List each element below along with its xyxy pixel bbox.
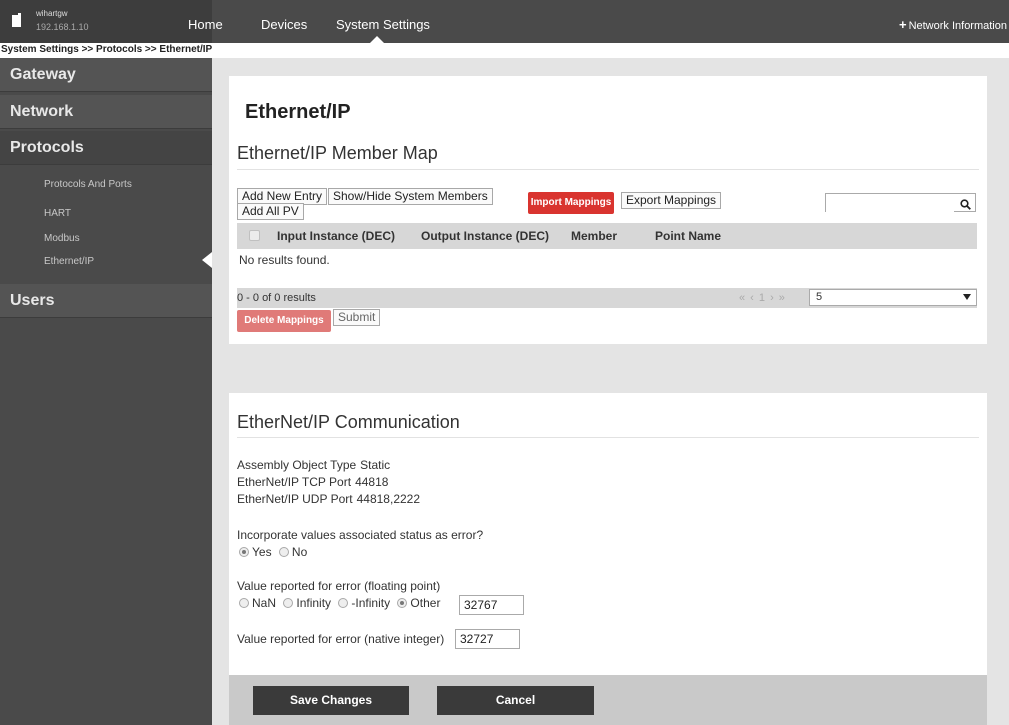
breadcrumb: System Settings >> Protocols >> Ethernet…: [1, 44, 213, 55]
search-box: [825, 193, 976, 213]
page-size-select[interactable]: 5: [809, 289, 977, 306]
int-error-value-input[interactable]: [455, 629, 520, 649]
divider: [237, 169, 979, 170]
status-error-question: Incorporate values associated status as …: [237, 528, 484, 542]
network-information-button[interactable]: + Network Information: [899, 17, 1007, 32]
active-nav-caret-icon: [370, 36, 384, 43]
save-changes-button[interactable]: Save Changes: [253, 686, 409, 715]
info-label: EtherNet/IP TCP Port: [237, 475, 352, 489]
sidebar-item-users[interactable]: Users: [0, 284, 212, 318]
radio-label: Other: [410, 596, 441, 610]
select-all-checkbox[interactable]: [249, 230, 260, 241]
sidebar-item-gateway[interactable]: Gateway: [0, 58, 212, 92]
float-error-question: Value reported for error (floating point…: [237, 579, 441, 593]
page-title: Ethernet/IP: [245, 101, 351, 123]
info-value: 44818: [355, 475, 389, 489]
export-mappings-button[interactable]: Export Mappings: [621, 192, 722, 209]
column-header-output-instance[interactable]: Output Instance (DEC): [421, 229, 549, 243]
communication-title: EtherNet/IP Communication: [237, 412, 460, 432]
form-actions-bar: Save Changes Cancel: [229, 675, 987, 725]
info-label: EtherNet/IP UDP Port: [237, 492, 353, 506]
network-information-label: Network Information: [908, 20, 1007, 32]
cancel-button[interactable]: Cancel: [437, 686, 594, 715]
sidebar-item-protocols-and-ports[interactable]: Protocols And Ports: [44, 179, 132, 190]
sidebar-item-label: Gateway: [10, 66, 76, 83]
member-map-title: Ethernet/IP Member Map: [237, 143, 438, 163]
column-header-member[interactable]: Member: [571, 229, 617, 243]
assembly-object-type-row: Assembly Object Type Static: [237, 458, 390, 472]
search-icon[interactable]: [960, 197, 971, 210]
nav-system-settings[interactable]: System Settings: [336, 17, 430, 32]
radio-label: Infinity: [296, 596, 332, 610]
float-nan-radio[interactable]: [239, 598, 249, 608]
pagination-links[interactable]: « ‹ 1 › »: [739, 292, 786, 304]
communication-panel: EtherNet/IP Communication Assembly Objec…: [229, 393, 987, 675]
float-error-radio-group: NaN Infinity -Infinity Other: [239, 596, 444, 610]
float-infinity-radio[interactable]: [283, 598, 294, 608]
submit-button[interactable]: Submit: [333, 309, 381, 326]
device-ip: 192.168.1.10: [36, 22, 89, 32]
status-no-radio[interactable]: [278, 547, 289, 557]
sidebar-item-label: Users: [10, 292, 55, 309]
top-navbar: wihartgw 192.168.1.10 Home Devices Syste…: [0, 0, 1009, 43]
results-count: 0 - 0 of 0 results: [237, 292, 316, 304]
radio-label: -Infinity: [351, 596, 391, 610]
device-name: wihartgw: [36, 9, 68, 18]
active-sidebar-caret-icon: [202, 252, 212, 268]
sidebar-item-protocols[interactable]: Protocols: [0, 131, 212, 165]
udp-port-row: EtherNet/IP UDP Port 44818,2222: [237, 492, 420, 506]
radio-label: Yes: [252, 545, 272, 559]
radio-label: NaN: [252, 596, 277, 610]
tcp-port-row: EtherNet/IP TCP Port 44818: [237, 475, 388, 489]
breadcrumb-bar: System Settings >> Protocols >> Ethernet…: [0, 43, 1009, 58]
float-error-value-input[interactable]: [459, 595, 524, 615]
sidebar-item-label: Network: [10, 103, 74, 120]
column-header-point-name[interactable]: Point Name: [655, 229, 721, 243]
device-selector[interactable]: wihartgw 192.168.1.10: [0, 0, 212, 43]
float-other-radio[interactable]: [397, 598, 408, 608]
sidebar: Gateway Network Protocols Protocols And …: [0, 58, 212, 725]
float-neg-infinity-radio[interactable]: [338, 598, 349, 608]
sidebar-item-hart[interactable]: HART: [44, 208, 71, 219]
chevron-down-icon: [963, 294, 971, 300]
int-error-question: Value reported for error (native integer…: [237, 632, 445, 646]
sidebar-item-label: Protocols: [10, 139, 84, 156]
info-label: Assembly Object Type: [237, 458, 357, 472]
info-value: Static: [360, 458, 391, 472]
sidebar-item-ethernet-ip[interactable]: Ethernet/IP: [44, 256, 94, 267]
divider: [237, 437, 979, 438]
import-mappings-button[interactable]: Import Mappings: [528, 192, 614, 214]
add-all-pv-button[interactable]: Add All PV: [237, 203, 304, 220]
empty-table-message: No results found.: [239, 253, 330, 267]
table-header: Input Instance (DEC) Output Instance (DE…: [237, 223, 977, 249]
page-size-value: 5: [816, 291, 823, 303]
plus-icon: +: [898, 17, 907, 32]
show-hide-system-members-button[interactable]: Show/Hide System Members: [328, 188, 493, 205]
radio-label: No: [291, 545, 308, 559]
device-icon: [12, 13, 22, 27]
search-input[interactable]: [826, 195, 954, 213]
nav-devices[interactable]: Devices: [261, 17, 307, 32]
pagination-bar: 0 - 0 of 0 results « ‹ 1 › » 5: [237, 288, 977, 308]
info-value: 44818,2222: [356, 492, 421, 506]
sidebar-item-network[interactable]: Network: [0, 95, 212, 129]
sidebar-item-modbus[interactable]: Modbus: [44, 233, 80, 244]
status-yes-radio[interactable]: [239, 547, 249, 557]
delete-mappings-button[interactable]: Delete Mappings: [237, 310, 331, 332]
column-header-input-instance[interactable]: Input Instance (DEC): [277, 229, 395, 243]
member-map-panel: Ethernet/IP Ethernet/IP Member Map Add N…: [229, 76, 987, 344]
status-error-radio-group: Yes No: [239, 545, 311, 559]
nav-home[interactable]: Home: [188, 17, 223, 32]
